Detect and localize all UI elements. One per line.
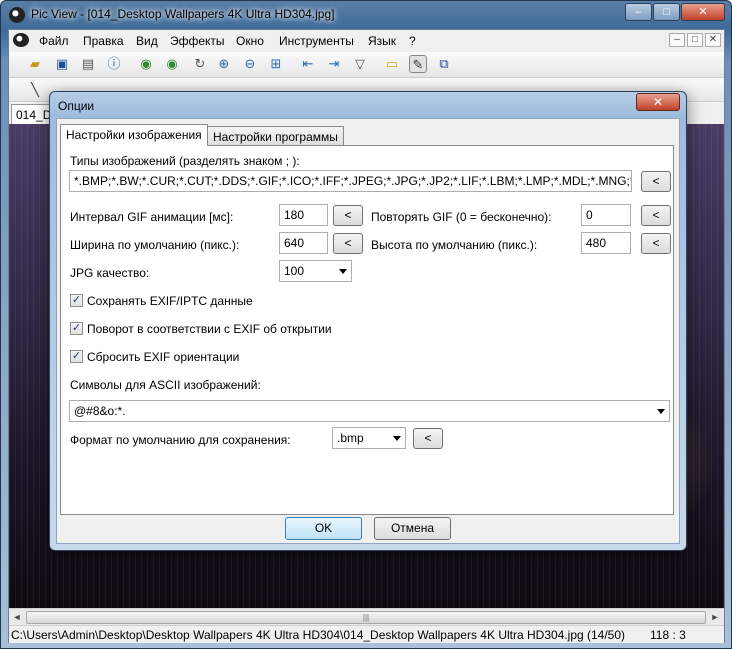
document-eye-icon[interactable] <box>13 33 29 47</box>
zoom-in-icon[interactable]: ⊕ <box>215 55 233 73</box>
cascade-windows-icon[interactable]: ⧉ <box>435 55 453 73</box>
status-file-path: C:\Users\Admin\Desktop\Desktop Wallpaper… <box>11 628 584 642</box>
last-image-icon[interactable]: ⇥ <box>325 55 343 73</box>
menu-tools[interactable]: Инструменты <box>279 34 354 48</box>
jpg-quality-value: 100 <box>284 264 305 278</box>
jpg-quality-label: JPG качество: <box>70 266 150 280</box>
draw-tool-icon[interactable]: ✎ <box>409 55 427 73</box>
status-coordinates: 118 : 3 <box>650 628 686 642</box>
default-height-input[interactable]: 480 <box>581 232 631 254</box>
tab-program-settings[interactable]: Настройки программы <box>207 126 344 145</box>
mdi-minimize-button[interactable]: – <box>669 33 685 47</box>
dialog-body: Настройки изображения Настройки программ… <box>56 118 680 544</box>
main-window: Pic View - [014_Desktop Wallpapers 4K Ul… <box>0 0 732 649</box>
maximize-button[interactable]: □ <box>653 3 680 21</box>
menu-window[interactable]: Окно <box>236 34 264 48</box>
jpg-quality-select[interactable]: 100 <box>279 260 352 282</box>
ok-button[interactable]: OK <box>285 517 362 540</box>
default-height-label: Высота по умолчанию (пикс.): <box>371 238 538 252</box>
menu-help[interactable]: ? <box>409 34 416 48</box>
exif-save-checkbox[interactable]: ✓ <box>70 294 83 307</box>
save-icon[interactable]: ▣ <box>53 55 71 73</box>
exif-rotate-label: Поворот в соответствии с EXIF об открыти… <box>87 322 332 336</box>
document-tab[interactable]: 014_D <box>11 104 51 124</box>
zoom-out-icon[interactable]: ⊖ <box>241 55 259 73</box>
gif-interval-reset-button[interactable]: < <box>333 205 363 226</box>
dialog-close-button[interactable]: ✕ <box>636 93 680 111</box>
browse-folder-icon[interactable]: ▭ <box>383 55 401 73</box>
tab-image-settings[interactable]: Настройки изображения <box>60 124 208 146</box>
info-icon[interactable]: ⓘ <box>105 55 123 73</box>
default-height-reset-button[interactable]: < <box>641 233 671 254</box>
menu-bar: Файл Правка Вид Эффекты Окно Инструменты… <box>9 30 724 52</box>
gif-repeat-label: Повторять GIF (0 = бесконечно): <box>371 210 552 224</box>
app-eye-icon <box>9 7 25 23</box>
save-format-label: Формат по умолчанию для сохранения: <box>70 433 291 447</box>
slideshow-icon[interactable]: ▽ <box>351 55 369 73</box>
default-width-label: Ширина по умолчанию (пикс.): <box>70 238 240 252</box>
ascii-chars-select[interactable]: @#8&o:*. <box>69 400 670 422</box>
horizontal-scrollbar[interactable]: ◄ ||| ► <box>9 608 724 625</box>
exif-save-label: Сохранять EXIF/IPTC данные <box>87 294 253 308</box>
image-types-input[interactable]: *.BMP;*.BW;*.CUR;*.CUT;*.DDS;*.GIF;*.ICO… <box>69 170 632 192</box>
scroll-left-icon[interactable]: ◄ <box>9 610 25 625</box>
open-folder-icon[interactable]: ▰ <box>26 55 44 73</box>
save-format-value: .bmp <box>337 431 364 445</box>
mdi-close-button[interactable]: ✕ <box>705 33 721 47</box>
menu-effects[interactable]: Эффекты <box>170 34 225 48</box>
exif-reset-label: Сбросить EXIF ориентации <box>87 350 240 364</box>
exif-reset-checkbox[interactable]: ✓ <box>70 350 83 363</box>
default-width-input[interactable]: 640 <box>279 232 328 254</box>
close-button[interactable]: ✕ <box>681 3 725 21</box>
first-image-icon[interactable]: ⇤ <box>299 55 317 73</box>
gif-interval-label: Интервал GIF анимации [мс]: <box>70 210 234 224</box>
gif-repeat-input[interactable]: 0 <box>581 204 631 226</box>
scroll-thumb[interactable]: ||| <box>26 611 706 624</box>
window-title: Pic View - [014_Desktop Wallpapers 4K Ul… <box>31 7 335 21</box>
status-image-count: (14/50) <box>587 628 626 642</box>
ascii-chars-value: @#8&o:*. <box>74 404 126 418</box>
rotate-icon[interactable]: ↻ <box>191 55 209 73</box>
mdi-restore-button[interactable]: □ <box>687 33 703 47</box>
ascii-chars-label: Символы для ASCII изображений: <box>70 378 261 392</box>
chevron-down-icon <box>339 269 347 274</box>
title-bar: Pic View - [014_Desktop Wallpapers 4K Ul… <box>1 1 731 29</box>
cancel-button[interactable]: Отмена <box>374 517 451 540</box>
line-tool-icon[interactable]: ╲ <box>26 81 44 99</box>
image-settings-panel: Типы изображений (разделять знаком ; ): … <box>60 145 674 515</box>
menu-view[interactable]: Вид <box>136 34 158 48</box>
previous-icon[interactable]: ◉ <box>137 55 155 73</box>
main-toolbar: ▰ ▣ ▤ ⓘ ◉ ◉ ↻ ⊕ ⊖ ⊞ ⇤ ⇥ ▽ ▭ ✎ ⧉ <box>9 52 724 78</box>
minimize-button[interactable]: – <box>625 3 652 21</box>
menu-file[interactable]: Файл <box>39 34 69 48</box>
exif-rotate-checkbox[interactable]: ✓ <box>70 322 83 335</box>
scroll-right-icon[interactable]: ► <box>707 610 723 625</box>
gif-interval-input[interactable]: 180 <box>279 204 328 226</box>
save-format-reset-button[interactable]: < <box>413 428 443 449</box>
status-bar: C:\Users\Admin\Desktop\Desktop Wallpaper… <box>9 625 724 643</box>
gif-repeat-reset-button[interactable]: < <box>641 205 671 226</box>
image-types-reset-button[interactable]: < <box>641 171 671 192</box>
image-types-label: Типы изображений (разделять знаком ; ): <box>70 154 300 168</box>
default-width-reset-button[interactable]: < <box>333 233 363 254</box>
next-icon[interactable]: ◉ <box>163 55 181 73</box>
menu-language[interactable]: Язык <box>368 34 396 48</box>
options-dialog: Опции ✕ Настройки изображения Настройки … <box>49 91 687 551</box>
chevron-down-icon <box>657 409 665 414</box>
fit-window-icon[interactable]: ⊞ <box>267 55 285 73</box>
caption-buttons: – □ ✕ <box>624 3 725 21</box>
menu-edit[interactable]: Правка <box>83 34 124 48</box>
print-preview-icon[interactable]: ▤ <box>79 55 97 73</box>
chevron-down-icon <box>393 436 401 441</box>
dialog-title: Опции <box>58 99 95 113</box>
save-format-select[interactable]: .bmp <box>332 427 406 449</box>
